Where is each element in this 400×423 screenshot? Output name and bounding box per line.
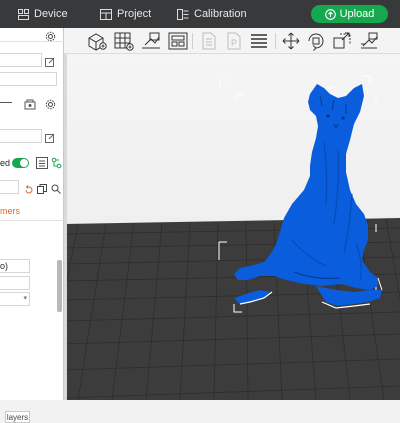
filament-text-fragment: mers [0, 206, 20, 216]
layout-icon [168, 32, 188, 50]
scale-icon [333, 32, 351, 49]
search-icon[interactable] [51, 181, 61, 199]
tab-device-label: Device [34, 8, 68, 20]
arrange-grid-tool[interactable] [113, 31, 135, 51]
copy-tool[interactable] [197, 31, 219, 51]
plate-type-select[interactable] [0, 72, 57, 86]
dropdown-arrow-icon: ▾ [23, 295, 27, 302]
paste-tool[interactable]: P [222, 31, 244, 51]
printer-select[interactable] [0, 53, 42, 67]
3d-viewport[interactable] [64, 54, 400, 400]
upload-label: Upload [339, 8, 375, 20]
scale-tool[interactable] [331, 31, 353, 51]
value-field[interactable]: o) [0, 259, 30, 273]
sidebar-scrollbar[interactable] [57, 260, 62, 312]
tab-project-label: Project [117, 8, 152, 20]
layers-list-icon [251, 34, 267, 48]
support-paint-icon [361, 32, 378, 49]
gear-icon[interactable] [45, 29, 56, 47]
value-text-fragment: o) [0, 261, 9, 271]
toolbar-separator [275, 33, 276, 49]
search-field[interactable] [0, 180, 19, 194]
filament-sync-icon[interactable] [24, 97, 36, 115]
viewport-edge [64, 54, 67, 400]
paste-icon: P [227, 32, 241, 50]
filament-edit-icon[interactable] [45, 130, 55, 148]
toolbar-separator [192, 33, 193, 49]
copy-settings-icon[interactable] [37, 181, 47, 199]
layers-list-tool[interactable] [248, 31, 270, 51]
copy-icon [202, 32, 216, 50]
title-bar: Device Project Calibration Upload [0, 0, 400, 28]
layers-button[interactable]: layers [5, 411, 30, 423]
orient-tool[interactable] [140, 31, 162, 51]
upload-icon [324, 8, 336, 20]
orient-icon [142, 32, 160, 49]
value-field-2[interactable] [0, 276, 30, 290]
rotate-icon [308, 33, 324, 51]
calibration-icon [177, 8, 189, 20]
main-toolbar: P [64, 28, 400, 54]
arrange-grid-icon [114, 32, 134, 51]
add-cube-tool[interactable] [86, 31, 108, 51]
edit-icon[interactable] [45, 54, 55, 72]
svg-text:P: P [231, 38, 237, 48]
list-icon[interactable] [36, 156, 48, 174]
move-icon [282, 32, 300, 50]
rotate-tool[interactable] [305, 31, 327, 51]
add-cube-icon [88, 33, 107, 51]
project-icon [100, 8, 112, 20]
divider-line [0, 102, 12, 103]
layout-tool[interactable] [167, 31, 189, 51]
tab-device[interactable]: Device [18, 7, 68, 21]
settings-sidebar: ed mers o) ▾ layers [0, 28, 64, 423]
upload-button[interactable]: Upload [311, 5, 388, 23]
toggle-text-fragment: ed [0, 158, 11, 168]
support-paint-tool[interactable] [358, 31, 380, 51]
tab-calibration-label: Calibration [194, 8, 247, 20]
reset-icon[interactable] [24, 182, 34, 200]
tab-calibration[interactable]: Calibration [177, 7, 247, 21]
settings-gear-icon[interactable] [45, 97, 56, 115]
3d-scene[interactable] [64, 54, 400, 400]
section-divider [0, 220, 64, 221]
connect-icon[interactable] [51, 156, 62, 174]
move-tool[interactable] [280, 31, 302, 51]
filament-select[interactable] [0, 129, 42, 143]
value-select[interactable]: ▾ [0, 292, 30, 306]
tab-project[interactable]: Project [100, 7, 151, 21]
feature-toggle[interactable] [12, 158, 29, 168]
device-icon [18, 8, 29, 20]
